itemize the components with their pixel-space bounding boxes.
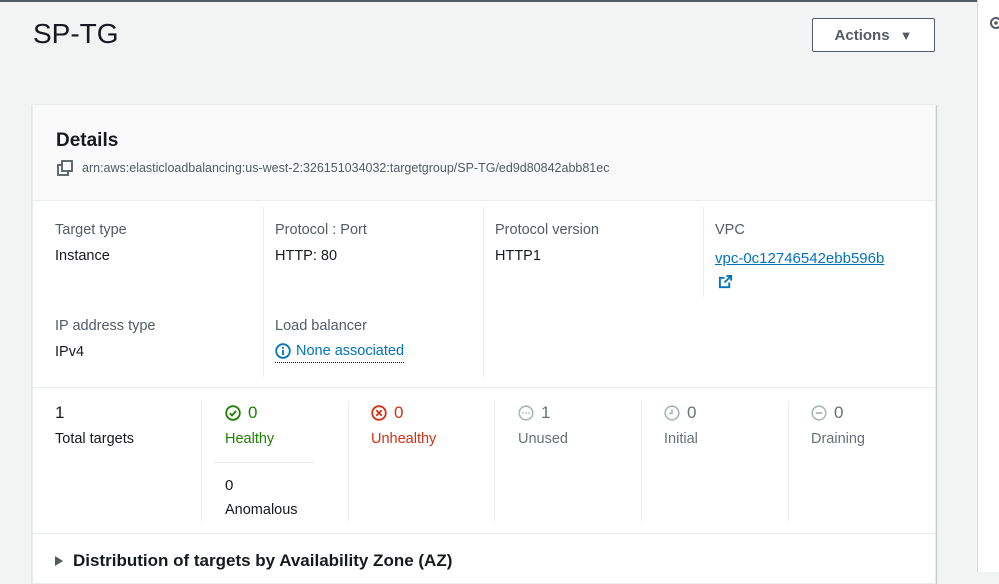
protocol-port-value: HTTP: 80 bbox=[275, 248, 338, 264]
draining-number: 0 bbox=[834, 403, 844, 422]
unhealthy-count: 0 bbox=[371, 403, 403, 423]
total-targets-count: 1 bbox=[55, 403, 64, 423]
distribution-label: Distribution of targets by Availability … bbox=[73, 551, 453, 570]
distribution-expander[interactable]: Distribution of targets by Availability … bbox=[55, 551, 452, 571]
arn-row: arn:aws:elasticloadbalancing:us-west-2:3… bbox=[57, 160, 609, 176]
actions-button[interactable]: Actions ▼ bbox=[812, 18, 935, 52]
load-balancer-link[interactable]: None associated bbox=[275, 343, 405, 363]
divider bbox=[494, 401, 495, 521]
healthy-divider bbox=[213, 462, 315, 463]
anomalous-label: Anomalous bbox=[225, 502, 298, 518]
load-balancer-label: Load balancer bbox=[275, 318, 367, 334]
page-title: SP-TG bbox=[33, 18, 119, 49]
anomalous-count: 0 bbox=[225, 477, 233, 494]
ip-address-type-label: IP address type bbox=[55, 318, 156, 334]
total-targets-label: Total targets bbox=[55, 431, 134, 447]
initial-count: 0 bbox=[664, 403, 696, 423]
check-circle-icon bbox=[225, 405, 241, 421]
divider bbox=[263, 207, 264, 377]
healthy-count: 0 bbox=[225, 403, 257, 423]
unhealthy-label: Unhealthy bbox=[371, 431, 437, 447]
unused-circle-icon bbox=[518, 405, 534, 421]
healthy-label: Healthy bbox=[225, 431, 275, 447]
settings-icon[interactable] bbox=[989, 16, 999, 30]
divider bbox=[641, 401, 642, 521]
total-targets-number: 1 bbox=[55, 403, 65, 422]
details-header: Details arn:aws:elasticloadbalancing:us-… bbox=[33, 105, 935, 201]
protocol-version-label: Protocol version bbox=[495, 222, 599, 238]
target-type-label: Target type bbox=[55, 222, 127, 238]
details-card: Details arn:aws:elasticloadbalancing:us-… bbox=[32, 104, 936, 584]
draining-count: 0 bbox=[811, 403, 843, 423]
caret-right-icon bbox=[55, 556, 63, 566]
unused-count: 1 bbox=[518, 403, 550, 423]
ip-address-type-value: IPv4 bbox=[55, 344, 85, 360]
divider bbox=[483, 207, 484, 377]
actions-label: Actions bbox=[834, 26, 890, 44]
unused-label: Unused bbox=[518, 431, 568, 447]
copy-icon[interactable] bbox=[57, 160, 73, 176]
minus-circle-icon bbox=[811, 405, 827, 421]
unhealthy-number: 0 bbox=[394, 403, 404, 422]
load-balancer-value: None associated bbox=[296, 343, 405, 359]
unused-number: 1 bbox=[541, 403, 551, 422]
top-border bbox=[0, 0, 978, 2]
divider bbox=[703, 207, 704, 297]
caret-down-icon: ▼ bbox=[899, 27, 913, 43]
anomalous-number: 0 bbox=[225, 477, 234, 494]
details-title: Details bbox=[56, 130, 119, 151]
healthy-number: 0 bbox=[248, 403, 258, 422]
vpc-label: VPC bbox=[715, 222, 745, 238]
vpc-link[interactable]: vpc-0c12746542ebb596b bbox=[715, 247, 895, 295]
target-type-value: Instance bbox=[55, 248, 110, 264]
protocol-port-label: Protocol : Port bbox=[275, 222, 367, 238]
info-icon bbox=[275, 343, 291, 359]
x-circle-icon bbox=[371, 405, 387, 421]
arn-text: arn:aws:elasticloadbalancing:us-west-2:3… bbox=[82, 161, 610, 175]
divider bbox=[201, 401, 202, 521]
protocol-version-value: HTTP1 bbox=[495, 248, 541, 264]
divider bbox=[788, 401, 789, 521]
initial-label: Initial bbox=[664, 431, 698, 447]
clock-icon bbox=[664, 405, 680, 421]
external-link-icon[interactable] bbox=[718, 274, 733, 289]
draining-label: Draining bbox=[811, 431, 865, 447]
initial-number: 0 bbox=[687, 403, 697, 422]
section-divider bbox=[33, 533, 935, 534]
vpc-id[interactable]: vpc-0c12746542ebb596b bbox=[715, 250, 884, 267]
divider bbox=[348, 401, 349, 521]
section-divider bbox=[33, 387, 935, 388]
right-side-panel bbox=[977, 0, 999, 572]
